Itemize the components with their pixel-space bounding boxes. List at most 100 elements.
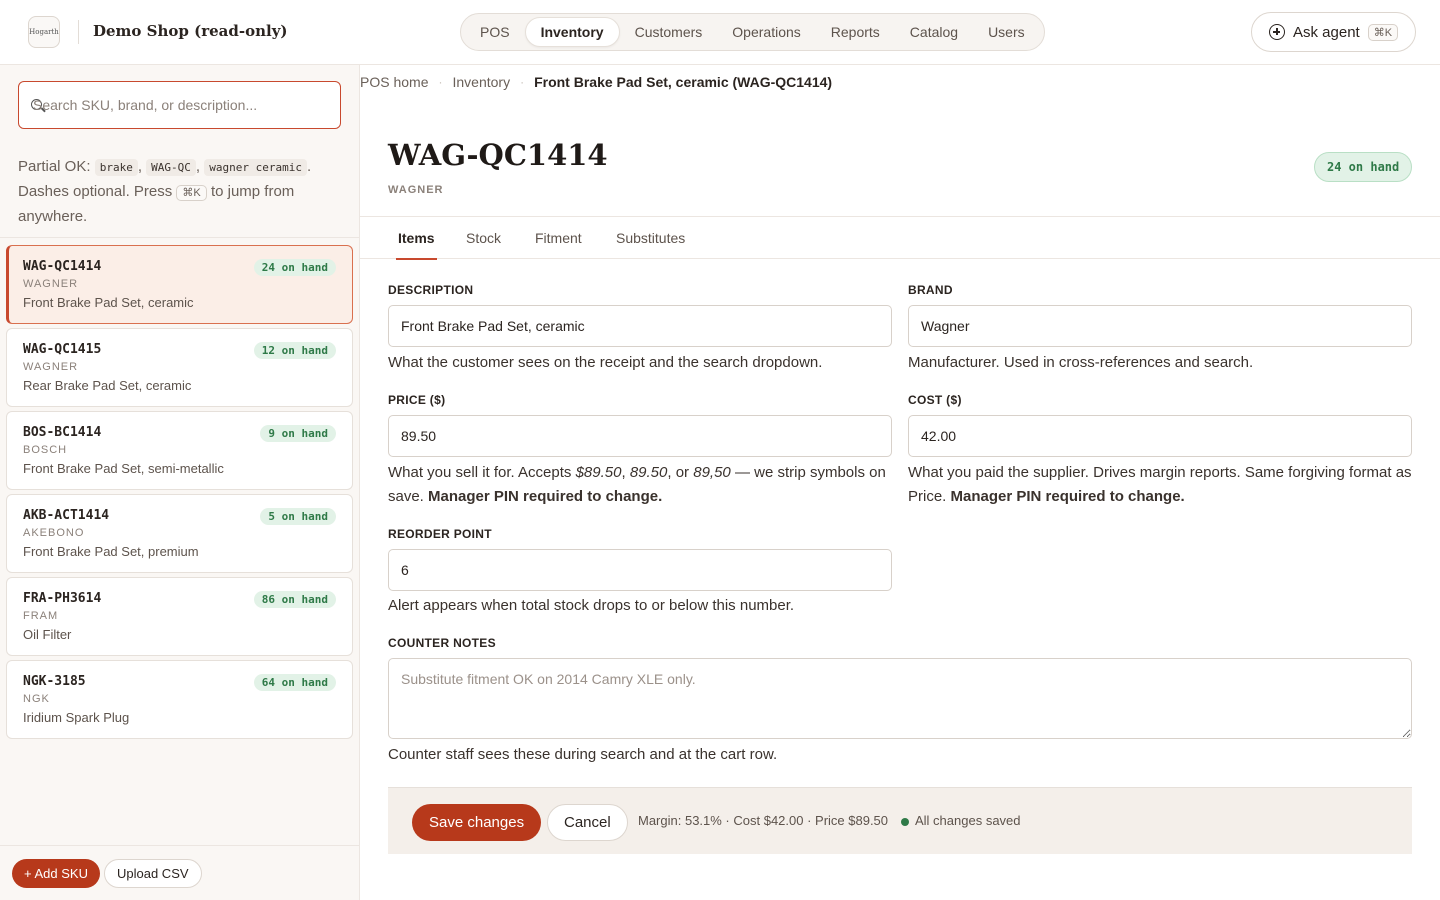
sku-code: NGK-3185 (23, 674, 86, 689)
price-example: $89.50 (575, 464, 622, 481)
tab-substitutes[interactable]: Substitutes (616, 217, 685, 259)
tab-fitment[interactable]: Fitment (535, 217, 582, 259)
description-label: DESCRIPTION (388, 283, 474, 297)
sku-brand: AKEBONO (23, 527, 85, 539)
margin-summary: Margin: 53.1% · Cost $42.00 · Price $89.… (638, 813, 889, 828)
ask-agent-button[interactable]: Ask agent ⌘K (1251, 12, 1416, 52)
price-help-prefix: What you sell it for. Accepts (388, 464, 572, 481)
sku-list-item[interactable]: BOS-BC1414 BOSCH Front Brake Pad Set, se… (6, 411, 353, 490)
search-hint: Partial OK: brake, WAG-QC, wagner cerami… (18, 158, 312, 225)
top-bar: Hogarth Demo Shop (read-only) POS Invent… (0, 0, 1440, 65)
counter-notes-help: Counter staff sees these during search a… (388, 746, 778, 763)
sku-code: AKB-ACT1414 (23, 508, 110, 523)
hint-example: brake (94, 159, 138, 176)
price-label: PRICE ($) (388, 393, 446, 407)
brand-input[interactable] (908, 305, 1412, 347)
nav-operations[interactable]: Operations (717, 17, 815, 47)
save-status: All changes saved (915, 813, 1021, 828)
nav-users[interactable]: Users (973, 17, 1040, 47)
sidebar-divider (0, 237, 359, 238)
cost-help-bold: Manager PIN required to change. (950, 488, 1185, 505)
stock-badge: 64 on hand (253, 674, 336, 691)
sku-list-item[interactable]: WAG-QC1414 WAGNER Front Brake Pad Set, c… (6, 245, 353, 324)
sku-description: Front Brake Pad Set, semi-metallic (23, 461, 224, 476)
sku-list-item[interactable]: FRA-PH3614 FRAM Oil Filter 86 on hand (6, 577, 353, 656)
sku-sidebar: Partial OK: brake, WAG-QC, wagner cerami… (0, 65, 360, 900)
hint-prefix: Partial OK: (18, 158, 91, 175)
price-input[interactable] (388, 415, 892, 457)
sku-description: Oil Filter (23, 627, 72, 642)
shop-logo[interactable]: Hogarth (28, 16, 60, 48)
sku-brand: FRAM (23, 610, 59, 622)
stock-badge: 24 on hand (253, 259, 336, 276)
main-nav: POS Inventory Customers Operations Repor… (460, 13, 1045, 51)
sku-search-input[interactable] (33, 82, 333, 127)
breadcrumb-separator: · (438, 75, 443, 89)
brand-label: BRAND (908, 283, 953, 297)
upload-csv-button[interactable]: Upload CSV (104, 859, 202, 888)
stock-badge: 5 on hand (260, 508, 336, 525)
sku-description: Front Brake Pad Set, ceramic (23, 295, 194, 310)
action-bar: Save changes Cancel Margin: 53.1% · Cost… (388, 787, 1412, 854)
cancel-button[interactable]: Cancel (547, 804, 628, 841)
hint-example: WAG-QC (146, 159, 196, 176)
cost-help: What you paid the supplier. Drives margi… (908, 461, 1418, 509)
tab-items[interactable]: Items (396, 217, 437, 260)
sku-code: BOS-BC1414 (23, 425, 102, 440)
sku-description: Rear Brake Pad Set, ceramic (23, 378, 192, 393)
reorder-point-help: Alert appears when total stock drops to … (388, 597, 795, 614)
ask-agent-shortcut: ⌘K (1367, 23, 1399, 41)
sku-search-box[interactable] (18, 81, 341, 129)
nav-pos[interactable]: POS (465, 17, 525, 47)
sidebar-footer: + Add SKU Upload CSV (0, 845, 359, 900)
price-help-bold: Manager PIN required to change. (428, 488, 663, 505)
breadcrumb: POS home · Inventory · Front Brake Pad S… (360, 72, 832, 92)
stock-status-badge: 24 on hand (1314, 152, 1413, 182)
counter-notes-textarea[interactable] (388, 658, 1412, 739)
price-example: 89,50 (693, 464, 731, 481)
page-title: WAG-QC1414 (388, 138, 608, 172)
saved-status-dot (901, 818, 909, 826)
logo-divider (78, 20, 79, 44)
cost-label: COST ($) (908, 393, 962, 407)
product-tabs: Items Stock Fitment Substitutes (360, 216, 1440, 260)
sku-brand: WAGNER (23, 361, 79, 373)
sku-brand: WAGNER (23, 278, 79, 290)
sku-brand: NGK (23, 693, 50, 705)
plus-circle-icon (1269, 24, 1285, 40)
tab-stock[interactable]: Stock (466, 217, 501, 259)
nav-customers[interactable]: Customers (620, 17, 718, 47)
sku-list-item[interactable]: NGK-3185 NGK Iridium Spark Plug 64 on ha… (6, 660, 353, 739)
add-sku-button[interactable]: + Add SKU (12, 859, 100, 888)
description-input[interactable] (388, 305, 892, 347)
sku-brand: BOSCH (23, 444, 68, 456)
sku-code: WAG-QC1415 (23, 342, 102, 357)
hint-middle: Dashes optional. Press (18, 183, 173, 200)
hint-shortcut: ⌘K (176, 185, 207, 201)
nav-catalog[interactable]: Catalog (895, 17, 973, 47)
stock-badge: 9 on hand (260, 425, 336, 442)
price-help-or: or (675, 464, 690, 481)
sku-list-item[interactable]: AKB-ACT1414 AKEBONO Front Brake Pad Set,… (6, 494, 353, 573)
sku-description: Front Brake Pad Set, premium (23, 544, 199, 559)
nav-reports[interactable]: Reports (816, 17, 895, 47)
price-example: 89.50 (629, 464, 668, 481)
breadcrumb-link-inventory[interactable]: Inventory (452, 74, 510, 90)
sku-list-item[interactable]: WAG-QC1415 WAGNER Rear Brake Pad Set, ce… (6, 328, 353, 407)
stock-badge: 12 on hand (253, 342, 336, 359)
stock-badge: 86 on hand (253, 591, 336, 608)
ask-agent-label: Ask agent (1293, 23, 1360, 41)
sku-code: FRA-PH3614 (23, 591, 102, 606)
save-changes-button[interactable]: Save changes (412, 804, 542, 841)
counter-notes-label: COUNTER NOTES (388, 636, 496, 650)
breadcrumb-link-pos-home[interactable]: POS home (360, 74, 428, 90)
product-brand: WAGNER (388, 184, 444, 196)
cost-input[interactable] (908, 415, 1412, 457)
description-help: What the customer sees on the receipt an… (388, 354, 823, 371)
breadcrumb-current: Front Brake Pad Set, ceramic (WAG-QC1414… (534, 74, 833, 90)
sku-description: Iridium Spark Plug (23, 710, 130, 725)
brand-help: Manufacturer. Used in cross-references a… (908, 354, 1254, 371)
hint-example: wagner ceramic (204, 159, 307, 176)
reorder-point-input[interactable] (388, 549, 892, 591)
nav-inventory[interactable]: Inventory (524, 17, 620, 47)
